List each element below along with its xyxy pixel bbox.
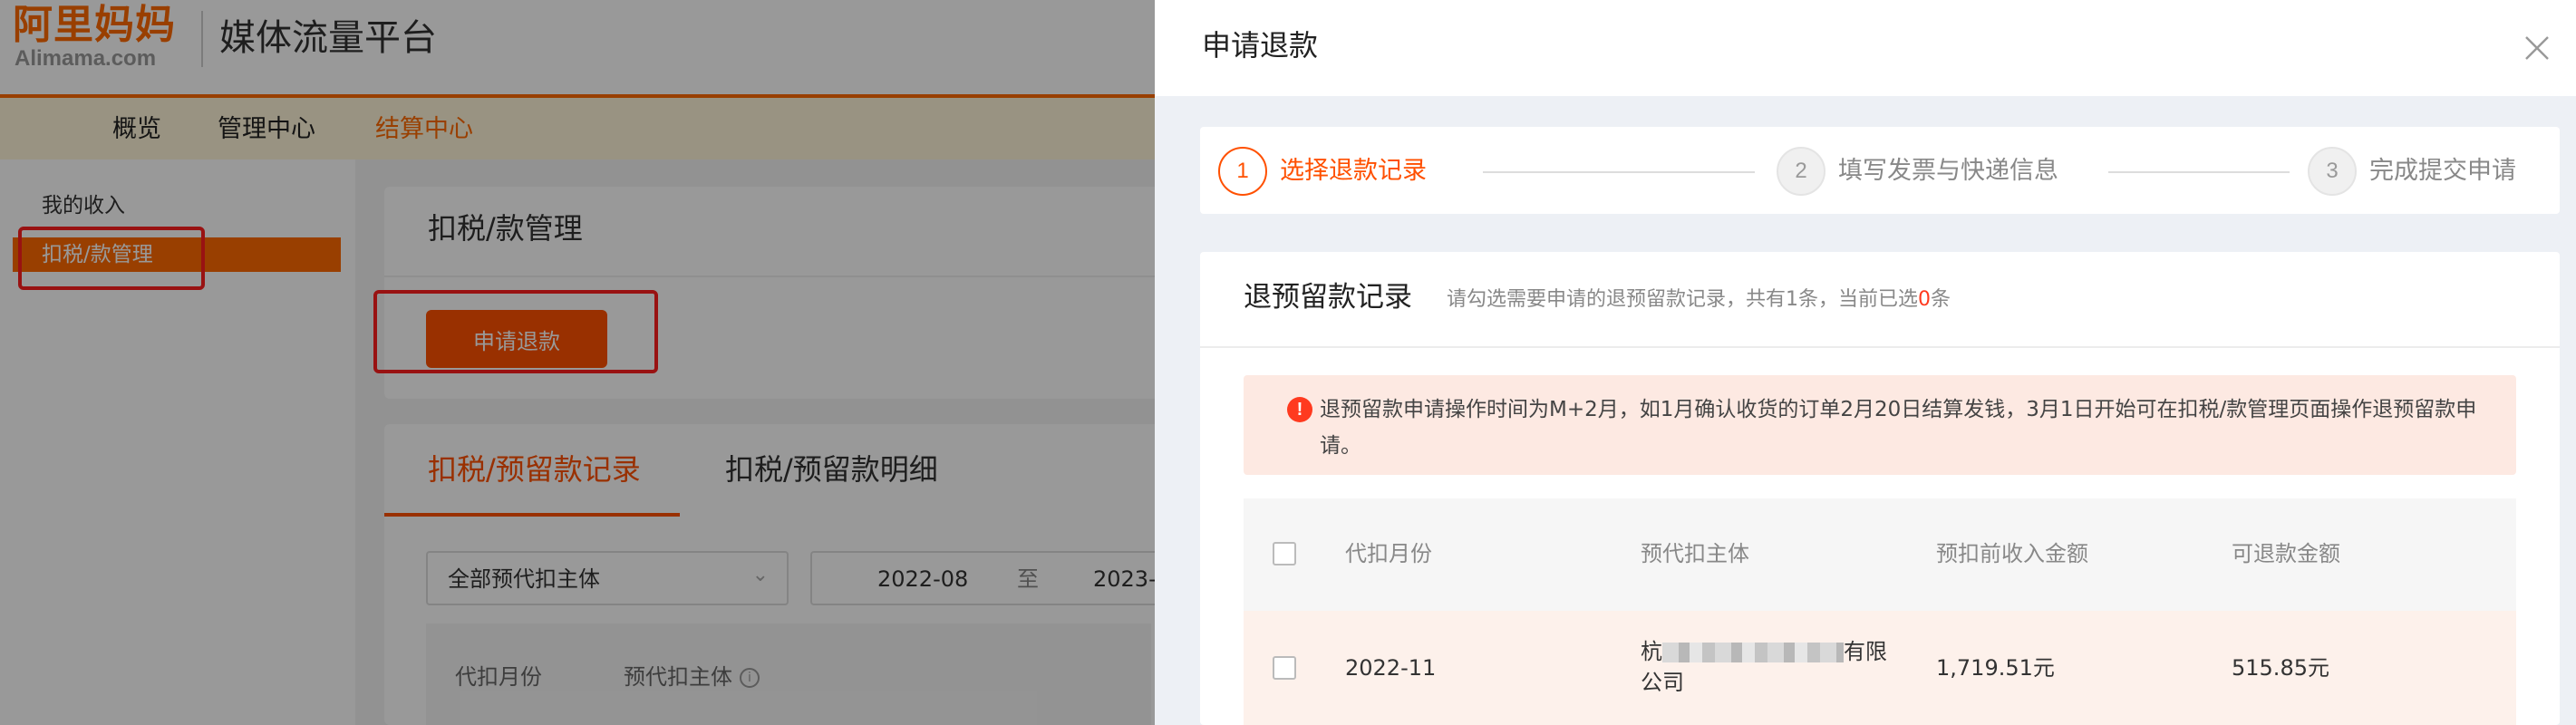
step-connector (2108, 171, 2290, 173)
row-entity: 杭 有限 (1641, 636, 1887, 667)
step-connector (1483, 171, 1755, 173)
records-divider (1200, 346, 2560, 348)
drawer-header: 申请退款 (1155, 0, 2576, 96)
notice-banner: ! 退预留款申请操作时间为M+2月，如1月确认收货的订单2月20日结算发钱，3月… (1244, 375, 2516, 475)
row-month: 2022-11 (1345, 655, 1437, 681)
col-income: 预扣前收入金额 (1936, 541, 2088, 566)
notice-text: 退预留款申请操作时间为M+2月，如1月确认收货的订单2月20日结算发钱，3月1日… (1320, 398, 2477, 458)
table-row[interactable]: 2022-11 杭 有限 公司 1,719.51元 515.85元 (1244, 611, 2516, 725)
col-refundable: 可退款金额 (2232, 541, 2340, 566)
row-income: 1,719.51元 (1936, 655, 2055, 681)
step-3-label: 完成提交申请 (2369, 157, 2516, 185)
records-table-header: 代扣月份 预代扣主体 预扣前收入金额 可退款金额 (1244, 498, 2516, 611)
step-indicator: 1 选择退款记录 2 填写发票与快递信息 3 完成提交申请 (1200, 127, 2560, 214)
drawer-title: 申请退款 (1202, 28, 1319, 63)
row-entity-line2: 公司 (1641, 670, 1684, 695)
step-3-number: 3 (2308, 147, 2357, 196)
select-all-checkbox[interactable] (1273, 542, 1296, 566)
refund-drawer: 申请退款 1 选择退款记录 2 填写发票与快递信息 3 完成提交申请 退预留款记… (1155, 0, 2576, 725)
warning-icon: ! (1287, 397, 1312, 422)
close-icon[interactable] (2523, 34, 2551, 62)
row-refundable: 515.85元 (2232, 655, 2329, 681)
records-title: 退预留款记录 (1244, 281, 1412, 314)
row-entity-prefix: 杭 (1641, 639, 1662, 664)
records-hint: 请勾选需要申请的退预留款记录，共有1条，当前已选0条 (1447, 286, 1951, 314)
step-2-label: 填写发票与快递信息 (1838, 157, 2058, 185)
row-entity-suffix: 有限 (1844, 639, 1887, 664)
records-hint-prefix: 请勾选需要申请的退预留款记录，共有1条，当前已选 (1447, 288, 1918, 311)
col-month: 代扣月份 (1345, 541, 1432, 566)
step-1-label: 选择退款记录 (1280, 157, 1427, 185)
row-checkbox[interactable] (1273, 656, 1296, 680)
step-2-number: 2 (1777, 147, 1825, 196)
refund-records-panel: 退预留款记录 请勾选需要申请的退预留款记录，共有1条，当前已选0条 ! 退预留款… (1200, 252, 2560, 725)
step-1-number: 1 (1218, 147, 1267, 196)
modal-overlay[interactable] (0, 0, 1160, 725)
records-hint-suffix: 条 (1931, 288, 1951, 311)
selected-count: 0 (1918, 288, 1931, 311)
col-entity: 预代扣主体 (1641, 541, 1749, 566)
redacted-text (1662, 643, 1844, 662)
